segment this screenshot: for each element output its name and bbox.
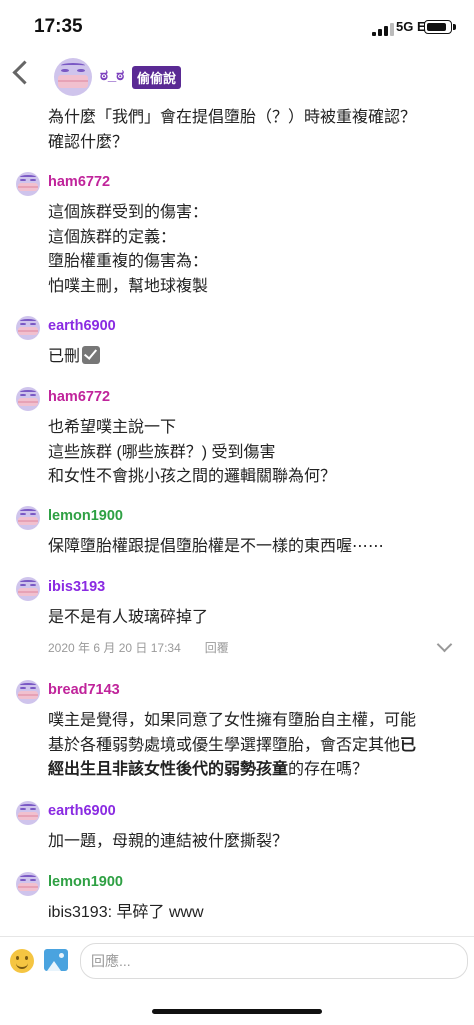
- status-bar: 17:35 5G E: [0, 0, 474, 58]
- avatar[interactable]: [16, 387, 40, 411]
- comment-text: ibis3193: 早碎了 www: [48, 904, 204, 921]
- check-box-icon: [82, 346, 101, 364]
- status-time: 17:35: [34, 16, 83, 37]
- comment-username[interactable]: ibis3193: [48, 579, 105, 595]
- comment-text: 噗主是覺得，如果同意了女性擁有墮胎自主權，可能 基於各種弱勢處境或優生學選擇墮胎…: [48, 712, 417, 778]
- signal-icon: [372, 22, 394, 36]
- smile-icon[interactable]: [10, 949, 34, 973]
- comment-username[interactable]: lemon1900: [48, 508, 123, 524]
- comment-text: 加一題，母親的連結被什麼撕裂？: [48, 833, 289, 850]
- reply-button[interactable]: 回覆: [205, 641, 229, 655]
- anonymous-tag: 偷偷說: [132, 66, 182, 89]
- avatar[interactable]: [16, 316, 40, 340]
- comment-text: 這個族群受到的傷害： 這個族群的定義： 墮胎權重複的傷害為： 怕噗主刪，幫地球複…: [48, 204, 209, 295]
- network-label: 5G E: [396, 19, 426, 34]
- comment-username[interactable]: earth6900: [48, 318, 116, 334]
- comment-username[interactable]: earth6900: [48, 803, 116, 819]
- home-indicator[interactable]: [152, 1009, 322, 1014]
- comment-meta: 2020 年 6 月 20 日 17:34 回覆: [48, 639, 229, 656]
- poster-name[interactable]: ಠ_ಠ: [100, 67, 124, 84]
- comment-username[interactable]: ham6772: [48, 389, 110, 405]
- avatar[interactable]: [16, 680, 40, 704]
- avatar[interactable]: [16, 872, 40, 896]
- avatar[interactable]: [16, 577, 40, 601]
- chevron-left-icon[interactable]: [12, 60, 37, 85]
- comment-username[interactable]: bread7143: [48, 682, 120, 698]
- comment-text: 為什麼「我們」會在提倡墮胎（？）時被重複確認？ 確認什麼？: [48, 109, 417, 151]
- comment-text: 是不是有人玻璃碎掉了: [48, 609, 209, 626]
- comment-feed[interactable]: 為什麼「我們」會在提倡墮胎（？）時被重複確認？ 確認什麼？ ham6772 這個…: [0, 98, 474, 936]
- comment-username[interactable]: lemon1900: [48, 874, 123, 890]
- avatar[interactable]: [16, 172, 40, 196]
- image-icon[interactable]: [44, 949, 68, 971]
- comment-text: 已刪: [48, 345, 101, 370]
- chevron-down-icon[interactable]: [436, 636, 453, 653]
- battery-icon: [424, 20, 452, 34]
- avatar[interactable]: [16, 801, 40, 825]
- avatar[interactable]: [16, 506, 40, 530]
- reply-input[interactable]: [80, 943, 468, 979]
- thread-header: ಠ_ಠ 偷偷說: [0, 58, 474, 98]
- comment-timestamp: 2020 年 6 月 20 日 17:34: [48, 641, 181, 655]
- comment-text: 保障墮胎權跟提倡墮胎權是不一樣的東西喔⋯⋯: [48, 538, 385, 555]
- comment-username[interactable]: ham6772: [48, 174, 110, 190]
- avatar[interactable]: [54, 58, 92, 96]
- comment-text: 也希望噗主說一下 這些族群 (哪些族群？) 受到傷害 和女性不會挑小孩之間的邏輯…: [48, 419, 337, 485]
- battery-tip: [453, 24, 456, 30]
